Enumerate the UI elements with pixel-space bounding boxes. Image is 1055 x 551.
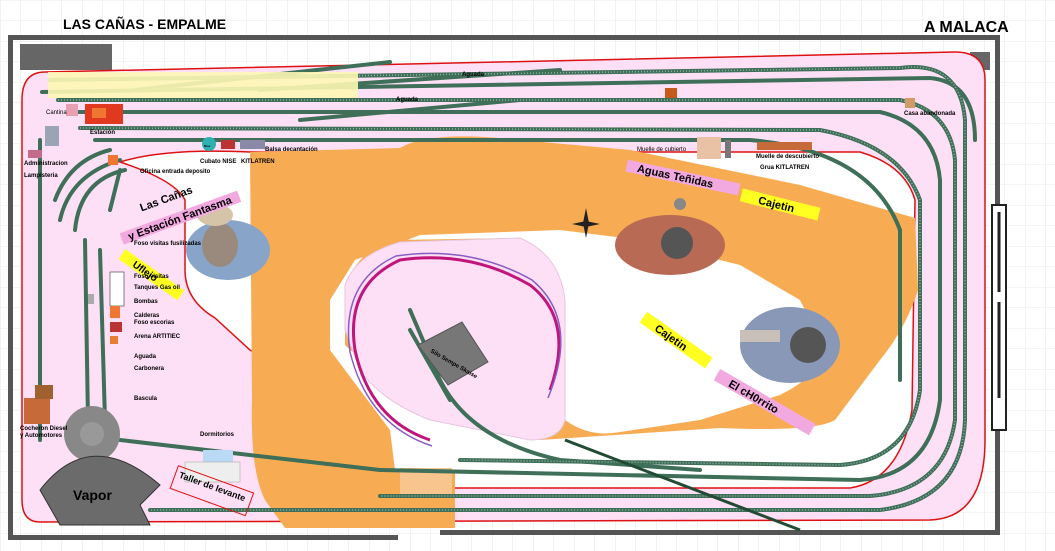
svg-text:Dormitorios: Dormitorios xyxy=(200,432,235,438)
svg-text:y Automotores: y Automotores xyxy=(20,433,63,439)
svg-text:Grua KITLATREN: Grua KITLATREN xyxy=(760,165,809,171)
title-right: A MALACA xyxy=(924,19,1009,36)
svg-text:Vapor: Vapor xyxy=(73,487,112,503)
svg-text:Estación: Estación xyxy=(90,130,115,136)
svg-text:Arena ARTITIEC: Arena ARTITIEC xyxy=(134,334,181,340)
svg-text:Aguada: Aguada xyxy=(462,72,485,78)
svg-text:Cocheron Diesel: Cocheron Diesel xyxy=(20,426,68,432)
figure-right xyxy=(740,307,840,383)
svg-text:KITLATREN: KITLATREN xyxy=(241,159,275,165)
yellow-strip xyxy=(48,72,358,98)
svg-text:Carbonera: Carbonera xyxy=(134,366,165,372)
svg-text:Foso escorias: Foso escorias xyxy=(134,320,175,326)
svg-text:Aguada: Aguada xyxy=(396,97,419,103)
svg-text:Bascula: Bascula xyxy=(134,396,158,402)
svg-text:Muelle de descubierto: Muelle de descubierto xyxy=(756,154,819,160)
svg-text:Calderas: Calderas xyxy=(134,313,160,319)
svg-text:Muelle de cubierto: Muelle de cubierto xyxy=(637,147,687,153)
svg-text:Bombas: Bombas xyxy=(134,299,158,305)
svg-text:Oficina entrada deposito: Oficina entrada deposito xyxy=(140,169,211,175)
svg-text:Cubato NISE: Cubato NISE xyxy=(200,159,236,165)
svg-text:Lampisteria: Lampisteria xyxy=(24,173,58,179)
title-left: LAS CAÑAS - EMPALME xyxy=(63,15,226,32)
svg-text:Foso visitas fusilizadas: Foso visitas fusilizadas xyxy=(134,241,202,247)
svg-text:Casa abandonada: Casa abandonada xyxy=(904,111,956,117)
layout-plan: LAS CAÑAS - EMPALME A MALACA Las Cañas y… xyxy=(0,0,1055,551)
svg-text:Balsa decantación: Balsa decantación xyxy=(265,147,318,153)
svg-text:Nise: Nise xyxy=(204,144,211,148)
svg-text:Foso visitas: Foso visitas xyxy=(134,274,169,280)
svg-text:Aguada: Aguada xyxy=(134,354,157,360)
svg-text:Tanques Gas oil: Tanques Gas oil xyxy=(134,285,180,291)
door xyxy=(991,204,1007,431)
svg-text:Cantina: Cantina xyxy=(46,110,67,116)
svg-text:Administracion: Administracion xyxy=(24,161,68,167)
